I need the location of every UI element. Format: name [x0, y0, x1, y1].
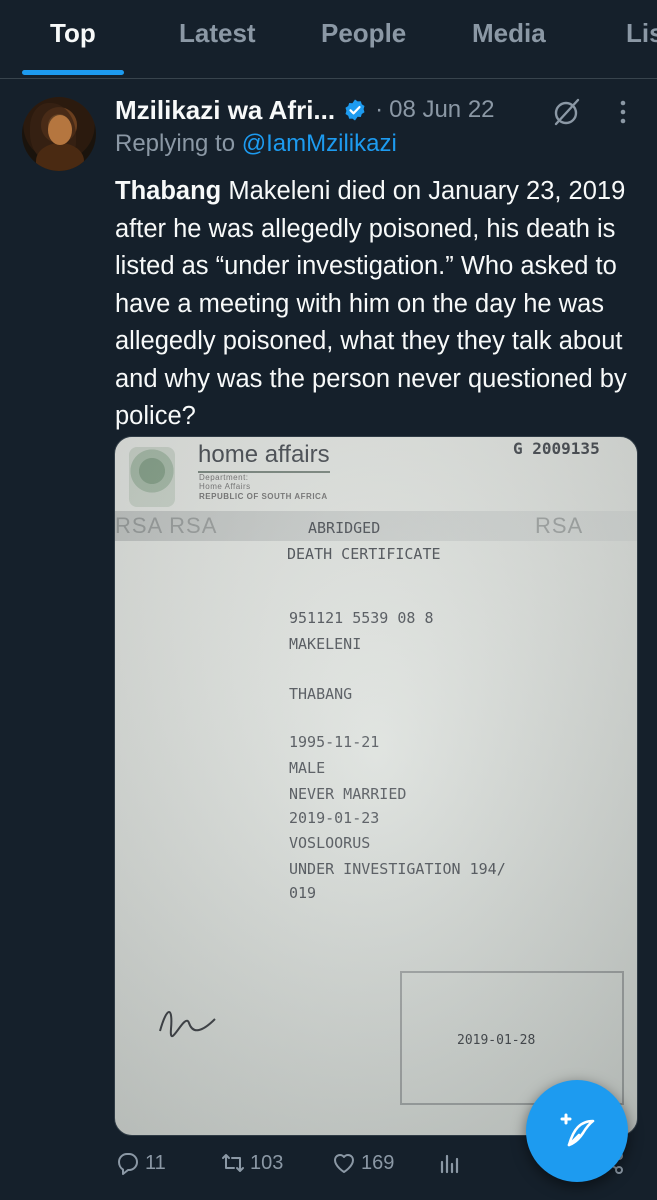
- verified-badge-icon: [345, 99, 365, 121]
- tab-lists[interactable]: Lis: [626, 18, 657, 49]
- tweet-text-bold: Thabang: [115, 177, 222, 205]
- retweet-icon: [222, 1154, 244, 1172]
- cert-header: home affairs: [198, 441, 330, 473]
- tab-latest[interactable]: Latest: [179, 18, 256, 49]
- reply-button[interactable]: 11: [115, 1150, 166, 1176]
- heart-icon: [334, 1154, 354, 1173]
- cert-gender: MALE: [289, 759, 326, 777]
- like-button[interactable]: 169: [331, 1150, 394, 1176]
- tab-top[interactable]: Top: [50, 18, 96, 49]
- cert-dob: 1995-11-21: [289, 733, 380, 751]
- compose-post-icon: [560, 1113, 595, 1147]
- search-tabs: Top Latest People Media Lis: [0, 0, 657, 79]
- tweet-text-body: Makeleni died on January 23, 2019 after …: [115, 177, 627, 430]
- avatar[interactable]: [22, 97, 96, 171]
- reply-icon: [118, 1153, 138, 1175]
- cert-id-number: 951121 5539 08 8: [289, 609, 434, 627]
- cert-serial: G 2009135: [513, 439, 600, 458]
- tweet-media-image[interactable]: home affairs Department: Home Affairs RE…: [114, 436, 638, 1136]
- coat-of-arms-icon: [129, 447, 175, 507]
- cert-cause-line2: 019: [289, 884, 317, 902]
- cert-dept-line3: REPUBLIC OF SOUTH AFRICA: [199, 492, 328, 501]
- views-button[interactable]: [437, 1150, 463, 1176]
- cert-surname: MAKELENI: [289, 635, 362, 653]
- separator-dot: ·: [375, 96, 384, 123]
- tab-media[interactable]: Media: [472, 18, 546, 49]
- retweet-count: 103: [250, 1151, 284, 1174]
- cert-place-of-death: VOSLOORUS: [289, 834, 371, 852]
- more-icon[interactable]: [610, 99, 636, 125]
- replying-to-label: Replying to: [115, 130, 236, 157]
- reply-count: 11: [145, 1151, 166, 1174]
- replying-to: Replying to @IamMzilikazi: [115, 130, 397, 158]
- tweet-date[interactable]: 08 Jun 22: [389, 96, 494, 124]
- views-icon: [440, 1154, 459, 1174]
- cert-date-of-death: 2019-01-23: [289, 809, 380, 827]
- grok-icon[interactable]: [552, 97, 582, 127]
- stamp-date: 2019-01-28: [457, 1033, 536, 1048]
- display-name[interactable]: Mzilikazi wa Afri...: [115, 95, 335, 126]
- cert-dept-line2: Home Affairs: [199, 482, 251, 491]
- cert-title-1: ABRIDGED: [308, 519, 381, 537]
- rsa-watermark: RSA RSA: [115, 513, 218, 538]
- cert-title-2: DEATH CERTIFICATE: [287, 545, 441, 563]
- cert-cause-line1: UNDER INVESTIGATION 194/: [289, 860, 506, 878]
- cert-dept-line1: Department:: [199, 473, 249, 482]
- compose-post-button[interactable]: [526, 1080, 628, 1182]
- retweet-button[interactable]: 103: [220, 1150, 283, 1176]
- active-tab-indicator: [22, 70, 124, 75]
- signature-icon: [159, 1011, 216, 1038]
- cert-marital-status: NEVER MARRIED: [289, 785, 407, 803]
- tweet-text: Thabang Makeleni died on January 23, 201…: [115, 173, 635, 436]
- cert-forenames: THABANG: [289, 685, 353, 703]
- reply-handle-link[interactable]: @IamMzilikazi: [242, 130, 397, 157]
- tweet-header: Mzilikazi wa Afri... · 08 Jun 22: [115, 93, 645, 127]
- like-count: 169: [361, 1151, 395, 1174]
- tab-people[interactable]: People: [321, 18, 406, 49]
